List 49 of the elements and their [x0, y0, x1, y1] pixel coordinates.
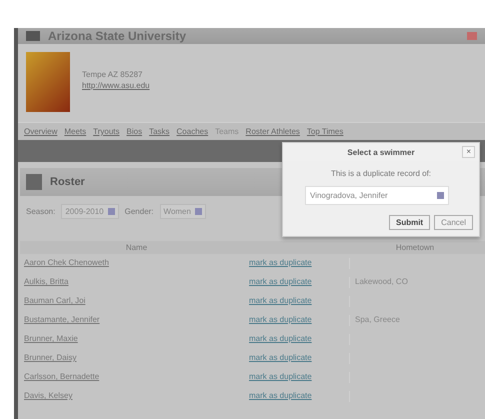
table-cell: Spa, Greece: [349, 315, 481, 326]
athlete-link[interactable]: Bauman Carl, Joi: [24, 296, 249, 307]
duplicate-link[interactable]: mark as duplicate: [249, 391, 349, 402]
website-link[interactable]: http://www.asu.edu: [82, 81, 150, 90]
submit-button[interactable]: Submit: [388, 215, 430, 230]
gender-select[interactable]: Women: [160, 204, 206, 219]
athlete-link[interactable]: Brunner, Daisy: [24, 353, 249, 364]
duplicate-link[interactable]: mark as duplicate: [249, 258, 349, 269]
nav-link[interactable]: Overview: [24, 127, 58, 136]
duplicate-link[interactable]: mark as duplicate: [249, 353, 349, 364]
athlete-link[interactable]: Aaron Chek Chenoweth: [24, 258, 249, 269]
athlete-link[interactable]: Aulkis, Britta: [24, 277, 249, 288]
column-header: Hometown: [394, 243, 436, 252]
table-cell: Lakewood, CO: [349, 277, 481, 288]
athlete-link[interactable]: Davis, Kelsey: [24, 391, 249, 402]
season-label: Season:: [26, 207, 56, 216]
cancel-button[interactable]: Cancel: [434, 215, 473, 230]
nav-link[interactable]: Bios: [126, 127, 142, 136]
nav-link[interactable]: Roster Athletes: [246, 127, 300, 136]
duplicate-link[interactable]: mark as duplicate: [249, 334, 349, 345]
column-header: Name: [124, 243, 148, 252]
logo-image: [26, 52, 70, 112]
nav-link[interactable]: Coaches: [176, 127, 208, 136]
address-text: Tempe AZ 85287: [82, 70, 144, 79]
dropdown-icon: [194, 208, 202, 215]
nav-link[interactable]: Top Times: [306, 127, 344, 136]
nav-link[interactable]: Meets: [64, 127, 86, 136]
swimmer-select[interactable]: Vinogradova, Jennifer: [305, 186, 449, 205]
close-button[interactable]: ×: [462, 146, 475, 158]
dropdown-icon: [437, 192, 444, 199]
athlete-link[interactable]: Carlsson, Bernadette: [24, 372, 249, 383]
athlete-link[interactable]: Brunner, Maxie: [24, 334, 249, 345]
dialog-title: Select a swimmer: [347, 148, 415, 156]
dropdown-icon: [108, 208, 115, 215]
roster-icon: [26, 174, 42, 190]
athlete-link[interactable]: Bustamante, Jennifer: [24, 315, 249, 326]
duplicate-link[interactable]: mark as duplicate: [249, 372, 349, 383]
gender-label: Gender:: [124, 207, 154, 216]
season-select[interactable]: 2009-2010: [61, 204, 119, 219]
prompt-text: This is a duplicate record of:: [330, 169, 432, 178]
window-icon: [26, 31, 40, 41]
nav-link[interactable]: Tasks: [149, 127, 170, 136]
duplicate-link[interactable]: mark as duplicate: [249, 296, 349, 307]
nav-link[interactable]: Tryouts: [93, 127, 120, 136]
panel-title: Roster: [50, 176, 85, 188]
duplicate-link[interactable]: mark as duplicate: [249, 315, 349, 326]
duplicate-link[interactable]: mark as duplicate: [249, 277, 349, 288]
window-title: Arizona State University: [48, 29, 188, 43]
close-button[interactable]: [467, 32, 477, 40]
